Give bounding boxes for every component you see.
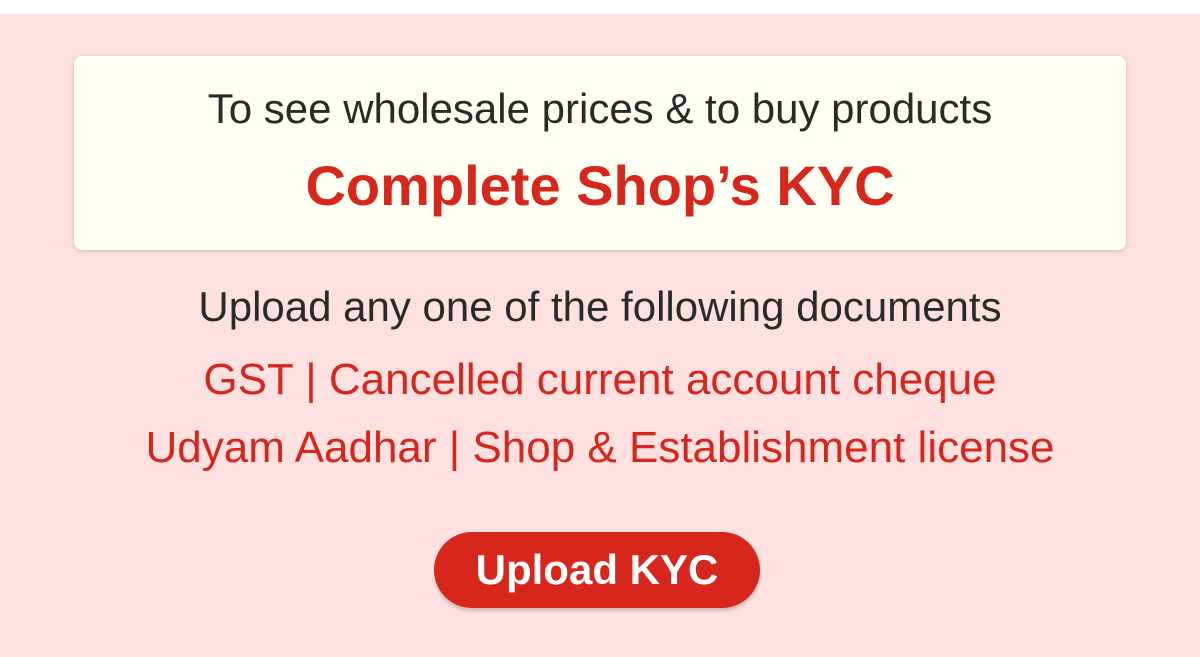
- notice-card: To see wholesale prices & to buy product…: [74, 56, 1126, 250]
- complete-kyc-heading: Complete Shop’s KYC: [305, 154, 895, 217]
- notice-text: To see wholesale prices & to buy product…: [207, 85, 993, 132]
- documents-intro: Upload any one of the following document…: [198, 283, 1002, 330]
- document-options-line-2: Udyam Aadhar | Shop & Establishment lice…: [145, 423, 1055, 472]
- upload-kyc-button[interactable]: Upload KYC: [434, 532, 760, 608]
- kyc-banner: To see wholesale prices & to buy product…: [0, 14, 1200, 657]
- document-options-line-1: GST | Cancelled current account cheque: [203, 355, 997, 404]
